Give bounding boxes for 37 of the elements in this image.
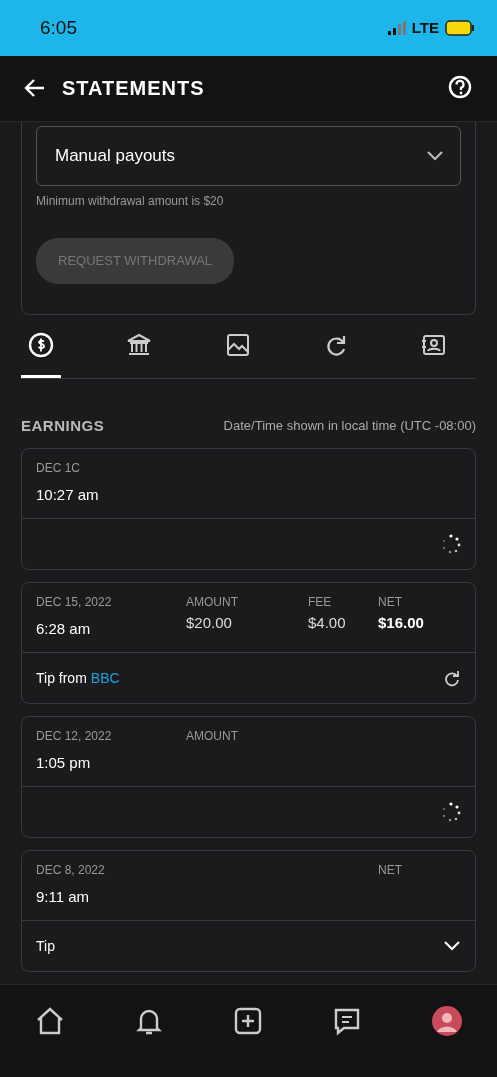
fee-value: $4.00 xyxy=(308,613,347,631)
minimum-note: Minimum withdrawal amount is $20 xyxy=(36,193,225,208)
amount-label: AMOUNT xyxy=(186,728,239,743)
net-value: $16.00 xyxy=(378,613,425,631)
timezone-note: Date/Time shown in local time (UTC -08:00) xyxy=(223,417,476,433)
amount-value: $20.00 xyxy=(186,613,233,631)
transaction-date: DEC 8, 2022 xyxy=(36,862,106,877)
spinner-icon xyxy=(441,533,461,554)
chevron-icon xyxy=(426,149,444,162)
transaction-time: 1:05 pm xyxy=(36,753,92,771)
image-icon xyxy=(224,331,251,358)
chevron-icon[interactable] xyxy=(443,939,461,952)
battery-icon xyxy=(445,19,475,36)
page-title: STATEMENTS xyxy=(62,76,205,100)
transaction-time: 9:11 am xyxy=(36,887,91,905)
transaction-time: 6:28 am xyxy=(36,619,92,637)
avatar-icon[interactable] xyxy=(430,1004,463,1037)
transaction-date: DEC 12, 2022 xyxy=(36,728,113,743)
signal-icon xyxy=(387,20,406,35)
transaction-time: 10:27 am xyxy=(36,485,100,503)
net-label: NET xyxy=(378,594,403,609)
earnings-title: EARNINGS xyxy=(21,416,105,434)
fee-label: FEE xyxy=(308,594,333,609)
amount-label: AMOUNT xyxy=(186,594,239,609)
dollar-icon xyxy=(28,331,54,358)
transaction-description: Tip xyxy=(36,937,55,954)
spinner-icon xyxy=(441,801,461,822)
transaction-date: DEC 1C xyxy=(36,460,81,475)
refresh-icon xyxy=(443,668,461,687)
transaction-date: DEC 15, 2022 xyxy=(36,594,113,609)
add-post-icon[interactable] xyxy=(232,1005,263,1036)
network-label: LTE xyxy=(411,19,439,37)
status-time: 6:05 xyxy=(40,16,78,39)
payout-method-dropdown[interactable]: Manual payouts xyxy=(36,125,461,186)
net-label: NET xyxy=(378,862,403,877)
transaction-description: Tip from BBC xyxy=(36,669,120,686)
bank-icon xyxy=(126,331,153,358)
